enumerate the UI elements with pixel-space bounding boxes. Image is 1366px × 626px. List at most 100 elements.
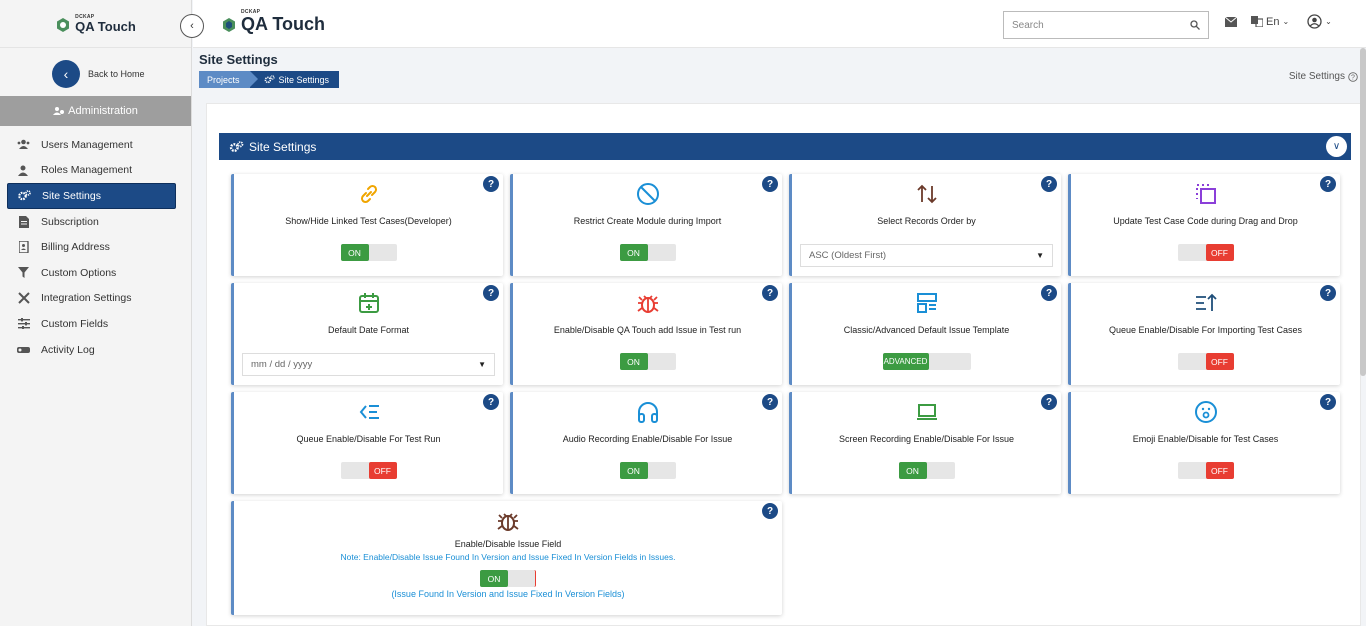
setting-label: Enable/Disable QA Touch add Issue in Tes… <box>553 325 742 335</box>
select-value: mm / dd / yyyy <box>251 359 313 370</box>
page-scrollbar[interactable] <box>1360 48 1366 376</box>
records-order-select[interactable]: ASC (Oldest First) ▼ <box>800 244 1053 267</box>
drag-drop-icon <box>1071 182 1340 206</box>
sidebar-item-site-settings[interactable]: Site Settings <box>7 183 176 209</box>
language-selector[interactable]: En ⌄ <box>1251 16 1289 28</box>
sidebar-item-label: Custom Fields <box>41 317 109 330</box>
page-header: Site Settings Projects Site Settings <box>199 52 340 88</box>
toggle-state: ON <box>480 570 508 587</box>
toggle-switch[interactable]: OFF <box>1177 462 1234 479</box>
queue-import-icon <box>1071 291 1340 315</box>
toggle-switch[interactable]: ON <box>619 244 676 261</box>
sidebar-item-label: Activity Log <box>41 343 95 356</box>
collapse-sidebar-button[interactable]: ‹ <box>180 14 204 38</box>
mail-icon <box>1225 16 1237 27</box>
laptop-icon <box>792 400 1061 424</box>
sidebar-item-label: Custom Options <box>41 266 117 279</box>
sidebar-item-label: Billing Address <box>41 241 110 254</box>
sidebar-item-label: Integration Settings <box>41 292 132 305</box>
setting-card-add-issue-in-test-run: ? Enable/Disable QA Touch add Issue in T… <box>510 283 782 385</box>
toggle-state: OFF <box>1205 462 1234 479</box>
breadcrumb: Projects Site Settings <box>199 71 340 88</box>
caret-down-icon: ▼ <box>1036 251 1044 260</box>
toggle-switch[interactable]: ON <box>619 353 676 370</box>
back-to-home-link[interactable]: ‹ Back to Home <box>0 50 191 98</box>
setting-label: Enable/Disable Issue Field <box>454 539 562 549</box>
help-circle-icon: ? <box>1348 71 1358 82</box>
sidebar-item-integration-settings[interactable]: Integration Settings <box>0 286 191 312</box>
sidebar-item-subscription[interactable]: Subscription <box>0 209 191 235</box>
setting-card-linked-test-cases: ? Show/Hide Linked Test Cases(Developer)… <box>231 174 503 276</box>
breadcrumb-projects[interactable]: Projects <box>199 71 257 88</box>
setting-card-records-order: ? Select Records Order by ASC (Oldest Fi… <box>789 174 1061 276</box>
users-cog-icon <box>53 107 65 115</box>
toggle-switch[interactable]: ON <box>898 462 955 479</box>
back-to-home-label: Back to Home <box>88 69 145 79</box>
search-box[interactable] <box>1003 11 1209 39</box>
setting-label: Queue Enable/Disable For Importing Test … <box>1109 325 1302 335</box>
site-settings-panel-header[interactable]: Site Settings ∨ <box>219 133 1351 160</box>
app-logo[interactable]: DCKAP QA Touch <box>55 14 136 33</box>
queue-list-icon <box>234 400 503 424</box>
address-book-icon <box>17 241 30 254</box>
qa-touch-logo-icon <box>57 17 70 32</box>
sidebar-item-roles-management[interactable]: Roles Management <box>0 158 191 184</box>
toggle-state: ON <box>619 244 648 261</box>
sidebar-item-custom-fields[interactable]: Custom Fields <box>0 311 191 337</box>
sort-arrows-icon <box>792 182 1061 206</box>
cogs-icon <box>229 140 244 152</box>
sidebar-item-label: Users Management <box>41 138 133 151</box>
setting-label: Queue Enable/Disable For Test Run <box>296 434 441 444</box>
activity-icon <box>17 343 30 356</box>
document-icon <box>17 215 30 228</box>
sliders-icon <box>17 317 30 330</box>
setting-card-restrict-create-module: ? Restrict Create Module during Import O… <box>510 174 782 276</box>
setting-label: Classic/Advanced Default Issue Template <box>843 325 1010 335</box>
mail-button[interactable] <box>1225 16 1237 27</box>
breadcrumb-site-settings[interactable]: Site Settings <box>249 71 340 88</box>
toggle-switch[interactable]: ON <box>340 244 397 261</box>
setting-card-queue-test-run: ? Queue Enable/Disable For Test Run OFF <box>231 392 503 494</box>
toggle-switch[interactable]: ON <box>619 462 676 479</box>
site-settings-help-link[interactable]: Site Settings ? <box>1289 71 1358 82</box>
header-logo[interactable]: DCKAP QA Touch <box>221 10 325 33</box>
page-title: Site Settings <box>199 52 278 67</box>
qa-touch-logo-icon <box>223 18 235 32</box>
setting-card-update-test-case-code: ? Update Test Case Code during Drag and … <box>1068 174 1340 276</box>
toggle-state: ON <box>619 462 648 479</box>
sidebar-item-custom-options[interactable]: Custom Options <box>0 260 191 286</box>
toggle-state: ON <box>898 462 927 479</box>
toggle-switch[interactable]: ADVANCED <box>882 353 971 370</box>
sidebar-item-billing-address[interactable]: Billing Address <box>0 234 191 260</box>
setting-label: Show/Hide Linked Test Cases(Developer) <box>285 216 452 226</box>
setting-card-audio-recording: ? Audio Recording Enable/Disable For Iss… <box>510 392 782 494</box>
search-input[interactable] <box>1012 19 1190 31</box>
sidebar-item-users-management[interactable]: Users Management <box>0 132 191 158</box>
toggle-state: ON <box>619 353 648 370</box>
setting-card-queue-importing: ? Queue Enable/Disable For Importing Tes… <box>1068 283 1340 385</box>
search-icon[interactable] <box>1190 20 1200 30</box>
date-format-select[interactable]: mm / dd / yyyy ▼ <box>242 353 495 376</box>
toggle-switch[interactable]: ON <box>480 570 536 587</box>
admin-nav: Users Management Roles Management Site S… <box>0 132 191 362</box>
toggle-switch[interactable]: OFF <box>340 462 397 479</box>
chevron-left-icon: ‹ <box>190 20 194 32</box>
logo-name: QA Touch <box>241 14 325 34</box>
user-roles-icon <box>17 164 30 177</box>
setting-label: Audio Recording Enable/Disable For Issue <box>562 434 733 444</box>
calendar-icon <box>234 291 503 315</box>
svg-text:?: ? <box>1351 74 1355 81</box>
toggle-state: ADVANCED <box>882 353 929 370</box>
back-arrow-icon: ‹ <box>52 60 80 88</box>
toggle-switch[interactable]: OFF <box>1177 244 1234 261</box>
user-menu[interactable]: ⌄ <box>1307 14 1332 29</box>
setting-label: Screen Recording Enable/Disable For Issu… <box>838 434 1015 444</box>
sidebar-logo-area: DCKAP QA Touch ‹ <box>0 0 204 48</box>
sidebar-item-label: Subscription <box>41 215 99 228</box>
sidebar-item-activity-log[interactable]: Activity Log <box>0 337 191 363</box>
collapse-panel-button[interactable]: ∨ <box>1326 136 1347 157</box>
sidebar-item-label: Site Settings <box>42 189 101 202</box>
toggle-switch[interactable]: OFF <box>1177 353 1234 370</box>
help-link-label: Site Settings <box>1288 71 1345 82</box>
chevron-down-icon: ⌄ <box>1325 17 1332 26</box>
